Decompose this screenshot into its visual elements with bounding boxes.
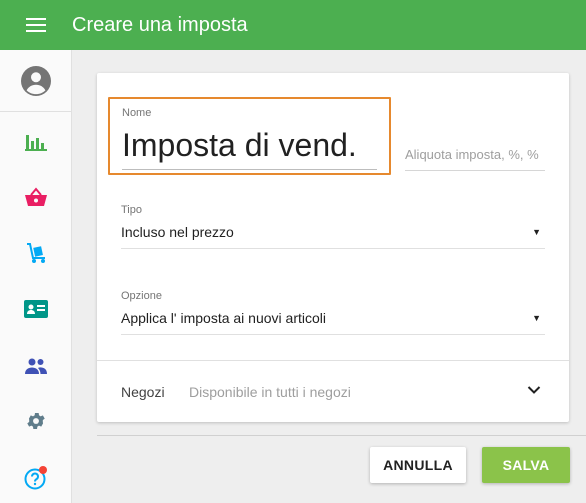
sidebar-item-settings[interactable] [0, 401, 71, 441]
app-header: Creare una imposta [0, 0, 586, 50]
sidebar-item-help[interactable] [0, 458, 71, 498]
basket-icon [24, 187, 47, 206]
option-select[interactable]: Opzione Applica l' imposta ai nuovi arti… [121, 290, 545, 338]
hand-truck-icon [26, 243, 45, 263]
footer-divider [97, 435, 586, 436]
name-input[interactable]: Imposta di vend. [122, 127, 357, 164]
option-value: Applica l' imposta ai nuovi articoli [121, 310, 326, 326]
help-icon [24, 466, 47, 490]
page-title: Creare una imposta [72, 13, 248, 36]
name-field[interactable]: Nome Imposta di vend. [108, 97, 391, 175]
people-icon [24, 358, 47, 374]
sidebar-item-items[interactable] [0, 177, 71, 217]
account-circle-icon [20, 65, 51, 96]
sidebar-item-inventory[interactable] [0, 233, 71, 273]
menu-button[interactable] [0, 0, 72, 50]
option-underline [121, 334, 545, 335]
tax-rate-field[interactable]: Aliquota imposta, %, % [405, 141, 545, 171]
tax-rate-underline [405, 170, 545, 171]
save-button[interactable]: SALVA [482, 447, 570, 483]
name-label: Nome [122, 107, 152, 119]
tax-form-card: Nome Imposta di vend. Aliquota imposta, … [97, 73, 569, 422]
type-value: Incluso nel prezzo [121, 224, 234, 240]
gear-icon [26, 413, 45, 429]
dropdown-arrow-icon: ▼ [532, 227, 541, 237]
id-card-icon [23, 300, 48, 318]
cancel-button[interactable]: ANNULLA [370, 447, 466, 483]
sidebar-item-reports[interactable] [0, 122, 71, 162]
notification-badge [38, 466, 47, 474]
type-select[interactable]: Tipo Incluso nel prezzo ▼ [121, 204, 545, 252]
tax-rate-placeholder: Aliquota imposta, %, % [405, 147, 539, 162]
option-label: Opzione [121, 290, 162, 302]
sidebar-item-employees[interactable] [0, 289, 71, 329]
name-underline [122, 169, 377, 170]
bar-chart-icon [24, 135, 47, 151]
menu-icon [26, 18, 46, 32]
type-underline [121, 248, 545, 249]
sidebar-item-customers[interactable] [0, 346, 71, 386]
dropdown-arrow-icon: ▼ [532, 313, 541, 323]
sidebar [0, 50, 72, 503]
type-label: Tipo [121, 204, 142, 216]
stores-expander[interactable]: Negozi Disponibile in tutti i negozi [97, 361, 569, 421]
chevron-down-icon [527, 386, 541, 394]
sidebar-avatar[interactable] [0, 50, 71, 112]
stores-value: Disponibile in tutti i negozi [189, 384, 351, 400]
stores-label: Negozi [121, 384, 165, 400]
